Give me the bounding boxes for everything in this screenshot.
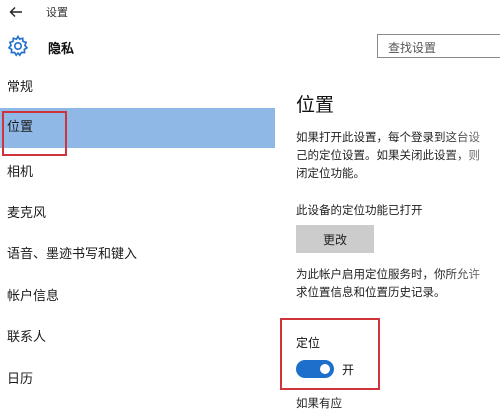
app-title: 设置 <box>46 6 68 19</box>
account-location-text: 为此帐户启用定位服务时，你所允许 求位置信息和位置历史记录。 <box>296 267 480 299</box>
location-toggle-label: 定位 <box>296 336 321 350</box>
sidebar-item-location[interactable]: 位置 <box>0 108 275 148</box>
app-location-text: 如果有应 <box>296 396 342 410</box>
right-edge-fade <box>440 68 500 415</box>
sidebar-item-contacts[interactable]: 联系人 <box>0 318 275 358</box>
page-heading: 隐私 <box>48 42 75 57</box>
sidebar-item-general[interactable]: 常规 <box>0 68 275 108</box>
search-input[interactable]: 查找设置 <box>377 34 500 58</box>
sidebar-item-microphone[interactable]: 麦克风 <box>0 194 275 234</box>
title-bar: 设置 <box>0 0 500 24</box>
back-button[interactable] <box>6 2 26 22</box>
device-status-text: 此设备的定位功能已打开 <box>296 203 423 217</box>
arrow-left-icon <box>9 7 22 17</box>
sidebar: 常规 位置 相机 麦克风 语音、墨迹书写和键入 帐户信息 联系人 日历 <box>0 68 275 415</box>
intro-text: 如果打开此设置，每个登录到这台设 己的定位设置。如果关闭此设置，则 闭定位功能。 <box>296 130 480 180</box>
content-title: 位置 <box>296 94 335 116</box>
change-button[interactable]: 更改 <box>296 225 374 253</box>
location-toggle[interactable] <box>296 360 334 378</box>
page-header: 隐私 查找设置 <box>0 24 500 68</box>
sidebar-item-camera[interactable]: 相机 <box>0 153 275 193</box>
sidebar-item-calendar[interactable]: 日历 <box>0 360 275 400</box>
sidebar-item-account-info[interactable]: 帐户信息 <box>0 277 275 317</box>
toggle-knob <box>320 364 330 374</box>
location-toggle-state: 开 <box>342 363 355 377</box>
sidebar-item-speech-inking-typing[interactable]: 语音、墨迹书写和键入 <box>0 235 275 275</box>
content-pane: 位置 如果打开此设置，每个登录到这台设 己的定位设置。如果关闭此设置，则 闭定位… <box>275 68 500 415</box>
settings-window: 设置 隐私 查找设置 常规 位置 相机 麦克风 语音、墨迹书写和键入 帐户信息 … <box>0 0 500 415</box>
gear-icon <box>7 34 29 57</box>
